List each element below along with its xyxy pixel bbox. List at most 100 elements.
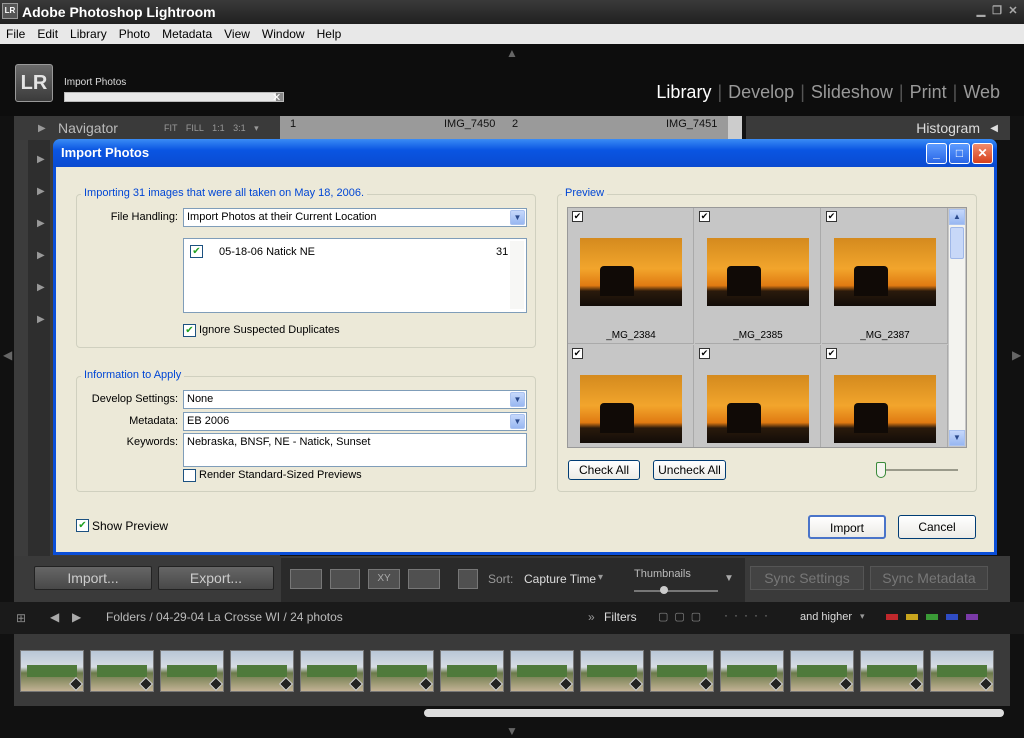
folder-checkbox[interactable]: ✔ (190, 245, 203, 258)
panel-triangle-icon[interactable]: ▶ (37, 282, 45, 293)
menu-edit[interactable]: Edit (31, 24, 64, 44)
filmstrip-thumbnail[interactable] (650, 650, 714, 692)
menu-file[interactable]: File (0, 24, 31, 44)
color-label-purple[interactable] (966, 614, 978, 620)
panel-triangle-icon[interactable]: ▶ (37, 186, 45, 197)
zoom-fit[interactable]: FIT (164, 123, 177, 133)
module-develop[interactable]: Develop (728, 82, 794, 102)
filmstrip-scrollbar[interactable] (424, 709, 1004, 717)
collapse-left-icon[interactable]: ◀ (3, 348, 12, 362)
collapse-top-icon[interactable]: ▲ (506, 46, 518, 60)
navigator-header[interactable]: ▶ Navigator FIT FILL 1:1 3:1 ▾ (14, 116, 280, 140)
filmstrip-path[interactable]: Folders / 04-29-04 La Crosse WI / 24 pho… (106, 610, 343, 624)
collapse-bottom-icon[interactable]: ▼ (506, 724, 518, 738)
histogram-header[interactable]: Histogram ◀ (746, 116, 1010, 140)
sync-settings-button[interactable]: Sync Settings (750, 566, 864, 590)
cancel-button[interactable]: Cancel (898, 515, 976, 539)
dialog-close-icon[interactable]: ✕ (972, 143, 993, 164)
thumbnails-slider-handle[interactable] (660, 586, 668, 594)
filmstrip-thumbnail[interactable] (370, 650, 434, 692)
check-all-button[interactable]: Check All (568, 460, 640, 480)
uncheck-all-button[interactable]: Uncheck All (653, 460, 726, 480)
compare-view-icon[interactable]: XY (368, 569, 400, 589)
survey-view-icon[interactable] (408, 569, 440, 589)
back-arrow-icon[interactable]: ◀ (50, 610, 59, 624)
menu-library[interactable]: Library (64, 24, 113, 44)
dialog-maximize-icon[interactable]: □ (949, 143, 970, 164)
preview-checkbox[interactable]: ✔ (699, 348, 710, 359)
close-icon[interactable]: ✕ (1006, 4, 1020, 18)
scroll-thumb[interactable] (950, 227, 964, 259)
loupe-view-icon[interactable] (330, 569, 360, 589)
sync-metadata-button[interactable]: Sync Metadata (870, 566, 988, 590)
sort-chevron-icon[interactable]: ▾ (598, 572, 603, 583)
menu-window[interactable]: Window (256, 24, 311, 44)
file-handling-select[interactable]: Import Photos at their Current Location ▼ (183, 208, 527, 227)
preview-item[interactable]: ✔ _MG_2384 (568, 208, 694, 344)
sort-direction-icon[interactable] (458, 569, 478, 589)
grid-scrollbar[interactable] (728, 116, 742, 140)
preview-item[interactable]: ✔ _MG_2385 (695, 208, 821, 344)
module-library[interactable]: Library (656, 82, 711, 102)
export-toolbar-button[interactable]: Export... (158, 566, 274, 590)
expand-triangle-icon[interactable]: ▶ (38, 123, 46, 134)
preview-checkbox[interactable]: ✔ (826, 211, 837, 222)
metadata-select[interactable]: EB 2006 ▼ (183, 412, 527, 431)
panel-triangle-icon[interactable]: ▶ (37, 218, 45, 229)
chevron-down-icon[interactable]: ▼ (510, 210, 525, 225)
folder-list[interactable]: ✔ 05-18-06 Natick NE 31 (183, 238, 527, 313)
module-print[interactable]: Print (910, 82, 947, 102)
preview-checkbox[interactable]: ✔ (572, 211, 583, 222)
thumbnail-size-slider[interactable] (880, 469, 958, 471)
rating-chevron-icon[interactable]: ▾ (860, 611, 865, 622)
preview-checkbox[interactable]: ✔ (826, 348, 837, 359)
menu-help[interactable]: Help (311, 24, 348, 44)
filmstrip-thumbnail[interactable] (300, 650, 364, 692)
grid-view-icon[interactable] (290, 569, 322, 589)
scroll-up-icon[interactable]: ▲ (949, 209, 965, 225)
render-previews-checkbox[interactable] (183, 469, 196, 482)
color-label-green[interactable] (926, 614, 938, 620)
module-slideshow[interactable]: Slideshow (811, 82, 893, 102)
ignore-duplicates-checkbox[interactable]: ✔ (183, 324, 196, 337)
color-label-yellow[interactable] (906, 614, 918, 620)
filmstrip-thumbnail[interactable] (440, 650, 504, 692)
rating-dots[interactable]: ····· (724, 608, 774, 622)
keywords-input[interactable]: Nebraska, BNSF, NE - Natick, Sunset (183, 433, 527, 467)
color-label-blue[interactable] (946, 614, 958, 620)
collapse-triangle-icon[interactable]: ◀ (990, 123, 998, 134)
zoom-3-1[interactable]: 3:1 (233, 123, 246, 133)
toolbar-menu-chevron-icon[interactable]: ▼ (724, 573, 734, 584)
filmstrip-thumbnail[interactable] (230, 650, 294, 692)
zoom-fill[interactable]: FILL (186, 123, 204, 133)
filmstrip-thumbnail[interactable] (790, 650, 854, 692)
dialog-minimize-icon[interactable]: _ (926, 143, 947, 164)
chevron-down-icon[interactable]: ▼ (510, 414, 525, 429)
preview-item[interactable]: ✔ (695, 345, 821, 447)
preview-item[interactable]: ✔ (822, 345, 948, 447)
preview-checkbox[interactable]: ✔ (699, 211, 710, 222)
develop-settings-select[interactable]: None ▼ (183, 390, 527, 409)
filters-label[interactable]: Filters (604, 610, 637, 624)
panel-triangle-icon[interactable]: ▶ (37, 154, 45, 165)
minimize-icon[interactable]: ▁ (974, 4, 988, 18)
chevron-down-icon[interactable]: ▼ (510, 392, 525, 407)
filters-chevron-icon[interactable]: » (588, 610, 595, 624)
import-toolbar-button[interactable]: Import... (34, 566, 152, 590)
filmstrip-thumbnail[interactable] (160, 650, 224, 692)
menu-metadata[interactable]: Metadata (156, 24, 218, 44)
slider-handle[interactable] (876, 462, 886, 478)
show-preview-checkbox[interactable]: ✔ (76, 519, 89, 532)
module-web[interactable]: Web (963, 82, 1000, 102)
panel-triangle-icon[interactable]: ▶ (37, 314, 45, 325)
collapse-right-icon[interactable]: ▶ (1012, 348, 1021, 362)
filmstrip-thumbnail[interactable] (720, 650, 784, 692)
preview-item[interactable]: ✔ _MG_2387 (822, 208, 948, 344)
preview-checkbox[interactable]: ✔ (572, 348, 583, 359)
preview-item[interactable]: ✔ (568, 345, 694, 447)
filmstrip-thumbnail[interactable] (90, 650, 154, 692)
flag-filter-icons[interactable]: ▢▢▢ (658, 610, 707, 623)
zoom-1-1[interactable]: 1:1 (212, 123, 225, 133)
cancel-progress-icon[interactable]: ✕ (272, 91, 281, 104)
filmstrip-thumbnail[interactable] (20, 650, 84, 692)
